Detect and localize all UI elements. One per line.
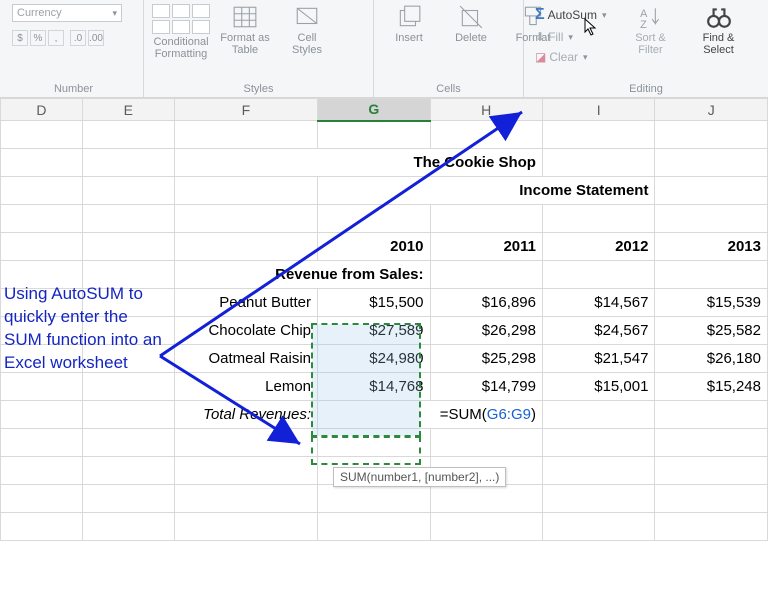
cell-value[interactable]: $16,896 xyxy=(430,289,542,317)
svg-text:Z: Z xyxy=(640,19,647,30)
conditional-formatting-button[interactable]: Conditional Formatting xyxy=(152,4,210,60)
function-tooltip: SUM(number1, [number2], ...) xyxy=(333,467,506,487)
sort-filter-icon: AZ xyxy=(638,4,664,30)
total-row: Total Revenues: =SUM(G6:G9) xyxy=(1,401,768,429)
insert-button[interactable]: Insert xyxy=(382,4,436,44)
insert-icon xyxy=(396,4,422,30)
cell-value[interactable]: $21,547 xyxy=(542,345,654,373)
year-header: 2012 xyxy=(542,233,654,261)
conditional-formatting-icon xyxy=(152,4,210,34)
currency-icon[interactable]: $ xyxy=(12,30,28,46)
worksheet[interactable]: D E F G H I J The Cookie Shop Income Sta… xyxy=(0,98,768,541)
group-styles: Conditional Formatting Format as Table C… xyxy=(144,0,374,97)
autosum-button[interactable]: Σ AutoSum ▾ xyxy=(532,4,610,26)
table-row: Lemon $14,768 $14,799 $15,001 $15,248 xyxy=(1,373,768,401)
col-header-active[interactable]: G xyxy=(318,99,430,121)
fill-down-icon: ⬇ xyxy=(535,30,545,44)
col-header[interactable]: J xyxy=(655,99,768,121)
total-label: Total Revenues: xyxy=(174,401,317,429)
year-header: 2010 xyxy=(318,233,430,261)
row-label: Lemon xyxy=(174,373,317,401)
col-header[interactable]: H xyxy=(430,99,542,121)
cell-value[interactable]: $14,768 xyxy=(318,373,430,401)
clear-button[interactable]: ◪ Clear▾ xyxy=(532,48,610,66)
sigma-icon: Σ xyxy=(535,6,545,24)
ribbon: Currency ▾ $%, .0.00 Number Conditional … xyxy=(0,0,768,98)
cell-styles-icon xyxy=(294,4,320,30)
cell-value[interactable]: $15,248 xyxy=(655,373,768,401)
row-label: Peanut Butter xyxy=(174,289,317,317)
cell-styles-button[interactable]: Cell Styles xyxy=(280,4,334,56)
cell-value[interactable]: $26,298 xyxy=(430,317,542,345)
section-header: Revenue from Sales: xyxy=(174,261,430,289)
group-editing: Σ AutoSum ▾ ⬇ Fill▾ ◪ Clear▾ AZ Sort & F… xyxy=(524,0,768,97)
group-number: Currency ▾ $%, .0.00 Number xyxy=(4,0,144,97)
binoculars-icon xyxy=(706,4,732,30)
year-header: 2013 xyxy=(655,233,768,261)
decrease-decimal-icon[interactable]: .0 xyxy=(70,30,86,46)
format-as-table-button[interactable]: Format as Table xyxy=(218,4,272,56)
group-label-styles: Styles xyxy=(152,81,365,95)
cell-value[interactable]: $14,799 xyxy=(430,373,542,401)
column-headers: D E F G H I J xyxy=(1,99,768,121)
fill-button[interactable]: ⬇ Fill▾ xyxy=(532,28,610,46)
group-cells: Insert Delete Format Cells xyxy=(374,0,524,97)
eraser-icon: ◪ xyxy=(535,50,546,64)
row-label: Chocolate Chip xyxy=(174,317,317,345)
col-header[interactable]: E xyxy=(82,99,174,121)
sheet-subtitle: Income Statement xyxy=(318,177,655,205)
annotation-text: Using AutoSUM to quickly enter the SUM f… xyxy=(4,283,164,375)
number-format-combo[interactable]: Currency ▾ xyxy=(12,4,122,22)
comma-icon[interactable]: , xyxy=(48,30,64,46)
cell-value[interactable]: $24,567 xyxy=(542,317,654,345)
group-label-number: Number xyxy=(12,81,135,95)
formula-cell[interactable]: =SUM(G6:G9) xyxy=(318,401,543,429)
increase-decimal-icon[interactable]: .00 xyxy=(88,30,104,46)
delete-button[interactable]: Delete xyxy=(444,4,498,44)
chevron-down-icon: ▾ xyxy=(112,8,117,19)
number-format-value: Currency xyxy=(17,7,62,19)
sheet-title: The Cookie Shop xyxy=(174,149,542,177)
sort-filter-button[interactable]: AZ Sort & Filter xyxy=(624,4,678,56)
cell-value[interactable]: $27,589 xyxy=(318,317,430,345)
cell-value[interactable]: $15,001 xyxy=(542,373,654,401)
group-label-editing: Editing xyxy=(532,81,760,95)
col-header[interactable]: F xyxy=(174,99,317,121)
cell-value[interactable]: $25,298 xyxy=(430,345,542,373)
col-header[interactable]: I xyxy=(542,99,654,121)
chevron-down-icon[interactable]: ▾ xyxy=(602,10,607,21)
col-header[interactable]: D xyxy=(1,99,83,121)
percent-icon[interactable]: % xyxy=(30,30,46,46)
cell-value[interactable]: $14,567 xyxy=(542,289,654,317)
cell-value[interactable]: $25,582 xyxy=(655,317,768,345)
cell-value[interactable]: $15,500 xyxy=(318,289,430,317)
year-header: 2011 xyxy=(430,233,542,261)
delete-icon xyxy=(458,4,484,30)
cell-value[interactable]: $15,539 xyxy=(655,289,768,317)
row-label: Oatmeal Raisin xyxy=(174,345,317,373)
find-select-button[interactable]: Find & Select xyxy=(692,4,746,56)
table-icon xyxy=(232,4,258,30)
group-label-cells: Cells xyxy=(382,81,515,95)
cell-value[interactable]: $26,180 xyxy=(655,345,768,373)
cell-value[interactable]: $24,980 xyxy=(318,345,430,373)
